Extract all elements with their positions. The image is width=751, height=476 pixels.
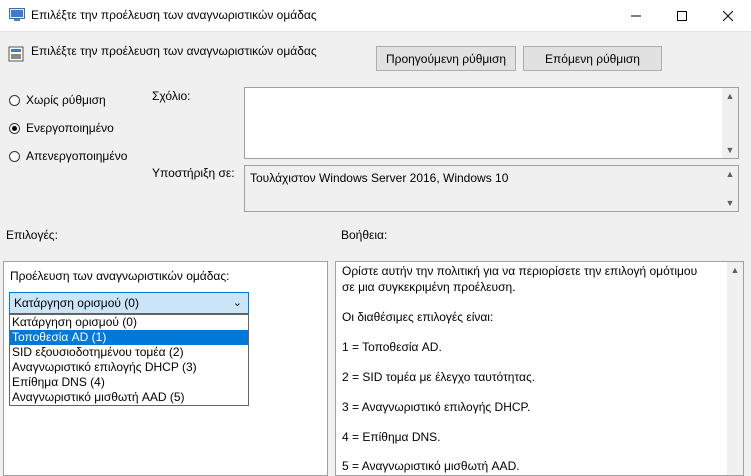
scroll-up-icon[interactable]: ▲: [722, 166, 738, 182]
chevron-down-icon[interactable]: ⌄: [233, 296, 242, 309]
dropdown-option[interactable]: Κατάργηση ορισμού (0): [10, 315, 248, 330]
maximize-button[interactable]: [659, 0, 705, 31]
dropdown-option[interactable]: Αναγνωριστικό επιλογής DHCP (3): [10, 360, 248, 375]
comment-label: Σχόλιο:: [152, 89, 191, 103]
scroll-up-icon[interactable]: ▲: [722, 88, 738, 104]
radio-label: Ενεργοποιημένο: [26, 121, 114, 135]
supported-label: Υποστήριξη σε:: [152, 166, 235, 180]
source-select[interactable]: Κατάργηση ορισμού (0) ⌄: [9, 292, 249, 314]
options-label: Επιλογές:: [6, 228, 58, 242]
comment-scrollbar[interactable]: ▲ ▼: [722, 88, 738, 158]
source-field-label: Προέλευση των αναγνωριστικών ομάδας:: [10, 269, 230, 283]
close-button[interactable]: [705, 0, 751, 31]
radio-label: Απενεργοποιημένο: [26, 149, 128, 163]
setting-title: Επιλέξτε την προέλευση των αναγνωριστικώ…: [31, 44, 317, 58]
help-label: Βοήθεια:: [341, 228, 388, 242]
scroll-down-icon[interactable]: ▼: [722, 195, 738, 211]
policy-icon: [9, 8, 25, 21]
radio-not-configured[interactable]: Χωρίς ρύθμιση: [9, 93, 106, 107]
supported-value: Τουλάχιστον Windows Server 2016, Windows…: [250, 171, 509, 185]
help-text-line: Ορίστε αυτήν την πολιτική για να περιορί…: [342, 264, 698, 278]
help-text-line: 1 = Τοποθεσία AD.: [342, 340, 442, 354]
help-text-line: 5 = Αναγνωριστικό μισθωτή AAD.: [342, 459, 520, 473]
scroll-down-icon[interactable]: ▼: [722, 142, 738, 158]
help-text-line: σε μια συγκεκριμένη προέλευση.: [342, 280, 516, 294]
help-text-line: 3 = Αναγνωριστικό επιλογής DHCP.: [342, 400, 531, 414]
dropdown-option[interactable]: Επίθημα DNS (4): [10, 375, 248, 390]
minimize-button[interactable]: [613, 0, 659, 31]
radio-label: Χωρίς ρύθμιση: [26, 93, 106, 107]
radio-dot[interactable]: [9, 94, 20, 106]
source-dropdown-list[interactable]: Κατάργηση ορισμού (0) Τοποθεσία AD (1) S…: [9, 314, 249, 406]
radio-enabled[interactable]: Ενεργοποιημένο: [9, 121, 114, 135]
select-value: Κατάργηση ορισμού (0): [14, 296, 139, 310]
supported-scrollbar[interactable]: ▲ ▼: [722, 166, 738, 211]
minimize-icon: [631, 15, 641, 16]
dropdown-option-highlighted[interactable]: Τοποθεσία AD (1): [10, 330, 248, 345]
title-bar[interactable]: Επιλέξτε την προέλευση των αναγνωριστικώ…: [0, 0, 751, 32]
supported-field: Τουλάχιστον Windows Server 2016, Windows…: [244, 165, 739, 212]
radio-disabled[interactable]: Απενεργοποιημένο: [9, 149, 127, 163]
radio-dot[interactable]: [9, 150, 20, 162]
next-setting-button[interactable]: Επόμενη ρύθμιση: [523, 46, 662, 71]
close-icon: [723, 10, 733, 21]
maximize-icon: [677, 10, 687, 21]
dropdown-option[interactable]: Αναγνωριστικό μισθωτή AAD (5): [10, 390, 248, 405]
dropdown-option[interactable]: SID εξουσιοδοτημένου τομέα (2): [10, 345, 248, 360]
comment-textarea[interactable]: ▲ ▼: [244, 87, 739, 159]
help-text-line: Οι διαθέσιμες επιλογές είναι:: [342, 310, 494, 324]
help-scrollbar[interactable]: ▲: [727, 262, 743, 475]
window-title: Επιλέξτε την προέλευση των αναγνωριστικώ…: [31, 8, 317, 22]
scroll-up-icon[interactable]: ▲: [727, 262, 743, 278]
radio-dot[interactable]: [9, 122, 20, 134]
setting-icon: [8, 46, 24, 62]
previous-setting-button[interactable]: Προηγούμενη ρύθμιση: [376, 46, 516, 71]
help-text-line: 4 = Επίθημα DNS.: [342, 430, 441, 444]
help-text-line: 2 = SID τομέα με έλεγχο ταυτότητας.: [342, 370, 536, 384]
